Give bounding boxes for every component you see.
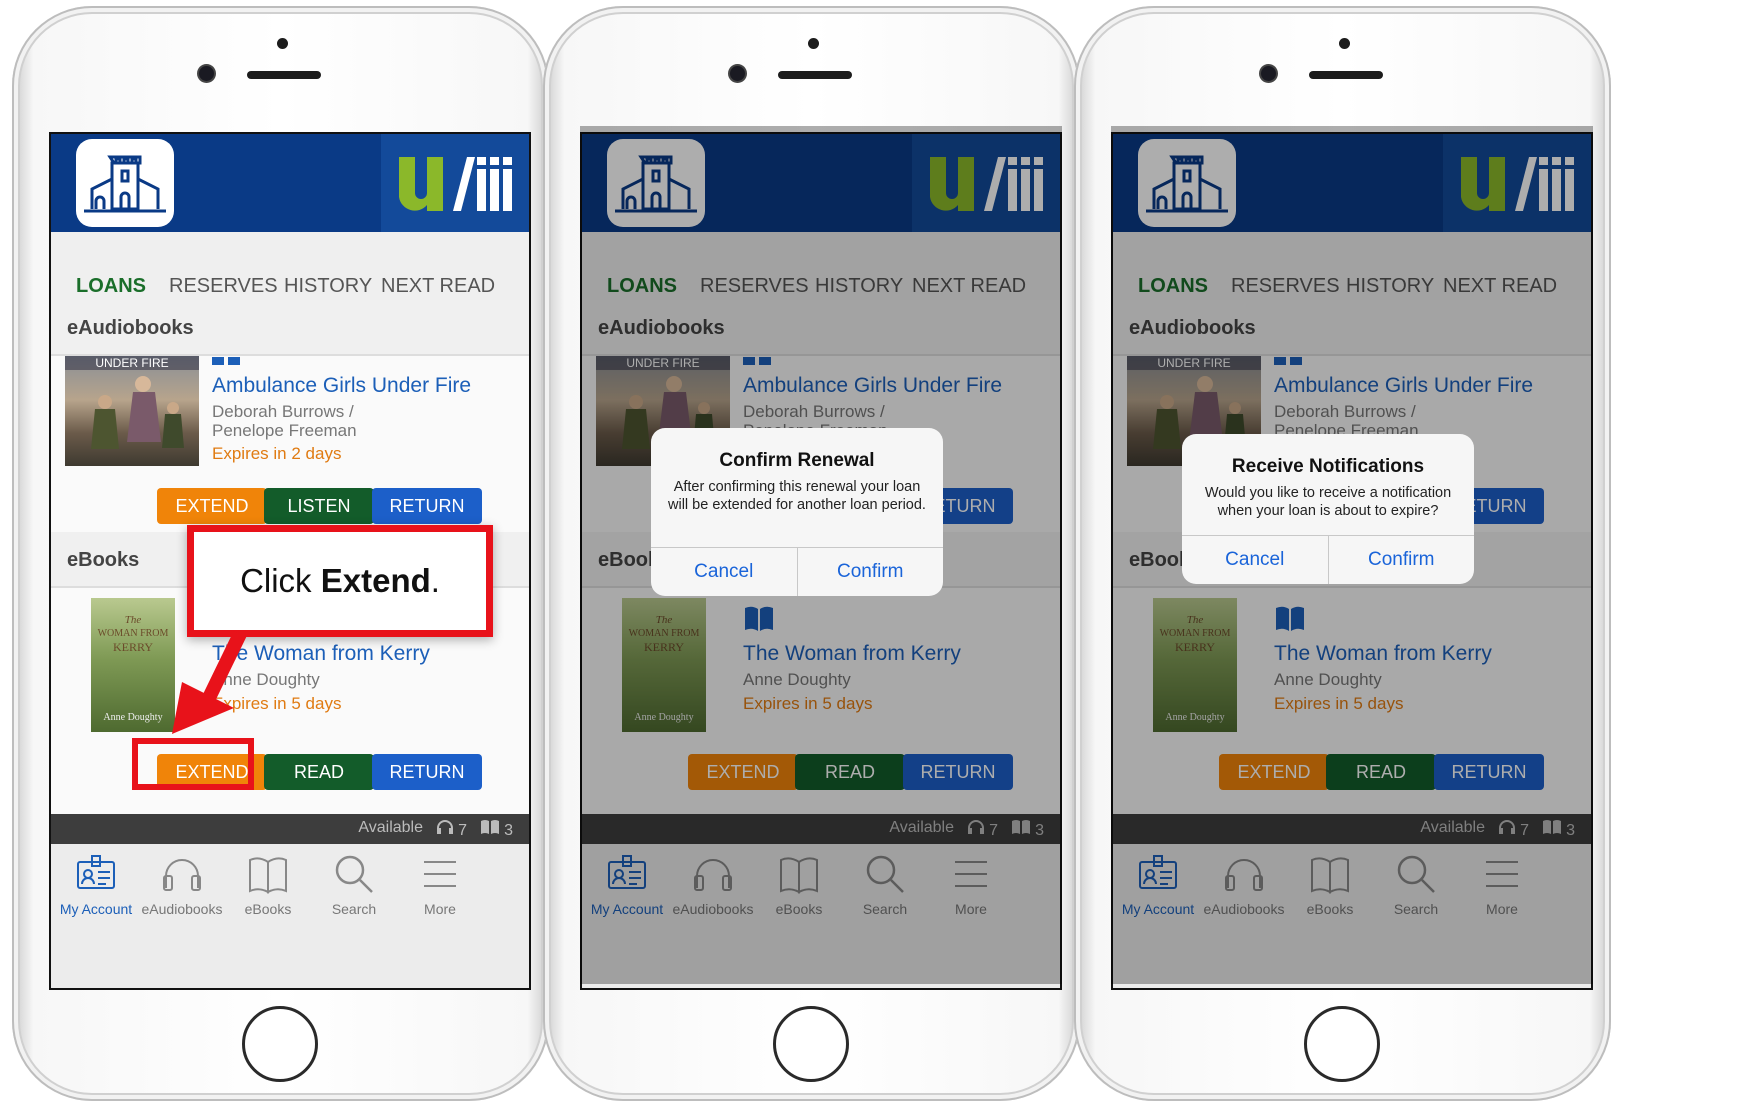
headphones-icon: [436, 820, 453, 834]
audiobook-author-1: Deborah Burrows /: [212, 402, 354, 421]
confirm-button[interactable]: Confirm: [796, 548, 944, 596]
brand-logo: [381, 134, 529, 232]
proximity-sensor: [277, 38, 288, 49]
home-button[interactable]: [242, 1006, 318, 1082]
tab-reserves[interactable]: RESERVES: [169, 275, 278, 298]
receive-notifications-dialog: Receive Notifications Would you like to …: [1182, 434, 1474, 584]
dialog-actions: Cancel Confirm: [1182, 535, 1474, 584]
book-icon: [480, 820, 499, 834]
cover-title-1: The: [124, 614, 142, 626]
audiobook-cover[interactable]: UNDER FIRE: [65, 356, 199, 466]
audiobook-title[interactable]: Ambulance Girls Under Fire: [212, 374, 471, 398]
earpiece-speaker: [778, 71, 852, 79]
dialog-message: After confirming this renewal your loan …: [668, 479, 926, 513]
extend-button[interactable]: EXTEND: [157, 488, 267, 524]
audiobook-author-2: Penelope Freeman: [212, 421, 357, 440]
library-logo: [76, 139, 174, 227]
tab-history[interactable]: HISTORY: [284, 275, 372, 298]
proximity-sensor: [808, 38, 819, 49]
confirm-button[interactable]: Confirm: [1327, 536, 1475, 584]
callout-arrow-icon: [172, 630, 247, 734]
ebook-availability: 3: [480, 819, 513, 840]
menu-icon: [424, 861, 456, 887]
earpiece-speaker: [247, 71, 321, 79]
front-camera: [730, 66, 745, 81]
home-button[interactable]: [773, 1006, 849, 1082]
tab-loans[interactable]: LOANS: [76, 275, 146, 298]
front-camera: [199, 66, 214, 81]
audiobook-card: UNDER FIRE Ambulance Girls Under Fire De…: [51, 356, 529, 532]
dialog-message: Would you like to receive a notification…: [1204, 485, 1452, 519]
instruction-callout: Click Extend.: [187, 525, 493, 637]
tab-label: More: [424, 901, 456, 917]
earpiece-speaker: [1309, 71, 1383, 79]
callout-prefix: Click: [240, 562, 321, 599]
available-label: Available: [358, 819, 423, 836]
confirm-renewal-dialog: Confirm Renewal After confirming this re…: [651, 428, 943, 596]
tab-label: eAudiobooks: [141, 901, 223, 917]
audiobook-icon: [212, 354, 242, 372]
renewal-modal-layer: Confirm Renewal After confirming this re…: [580, 126, 1062, 984]
extend-button-highlight: [132, 738, 254, 790]
audiobook-expiry: Expires in 2 days: [212, 444, 342, 463]
tab-label: Search: [331, 901, 377, 917]
read-button[interactable]: READ: [264, 754, 374, 790]
app-header: [51, 134, 529, 232]
tab-label: My Account: [59, 901, 133, 917]
callout-action: Extend: [320, 562, 431, 599]
tab-next-read[interactable]: NEXT READ: [381, 275, 495, 298]
listen-button[interactable]: LISTEN: [264, 488, 374, 524]
availability-bar: Available 7 3: [51, 814, 529, 844]
tab-more[interactable]: More: [393, 854, 487, 917]
audio-count: 7: [458, 822, 467, 839]
search-icon: [335, 855, 373, 893]
home-button[interactable]: [1304, 1006, 1380, 1082]
cancel-button[interactable]: Cancel: [1182, 536, 1328, 584]
dialog-actions: Cancel Confirm: [651, 547, 943, 596]
account-card-icon: [77, 855, 115, 889]
front-camera: [1261, 66, 1276, 81]
proximity-sensor: [1339, 38, 1350, 49]
section-eaudiobooks: eAudiobooks: [51, 300, 529, 356]
bottom-tab-bar: My Account eAudiobooks eBooks Search Mor…: [51, 844, 529, 988]
dialog-title: Confirm Renewal: [719, 450, 875, 471]
book-icon: [249, 857, 287, 894]
dialog-title: Receive Notifications: [1231, 456, 1425, 477]
ebook-count: 3: [504, 822, 513, 839]
tab-my-account[interactable]: My Account: [51, 854, 143, 917]
headphones-icon: [163, 859, 201, 891]
notification-modal-layer: Receive Notifications Would you like to …: [1111, 126, 1593, 984]
callout-suffix: .: [430, 562, 440, 599]
return-button[interactable]: RETURN: [372, 488, 482, 524]
tab-label: eBooks: [244, 901, 292, 917]
tab-eaudiobooks[interactable]: eAudiobooks: [135, 854, 229, 917]
tab-search[interactable]: Search: [307, 854, 401, 917]
cancel-button[interactable]: Cancel: [651, 548, 797, 596]
tab-ebooks[interactable]: eBooks: [221, 854, 315, 917]
audio-availability: 7: [436, 819, 467, 840]
return-button[interactable]: RETURN: [372, 754, 482, 790]
